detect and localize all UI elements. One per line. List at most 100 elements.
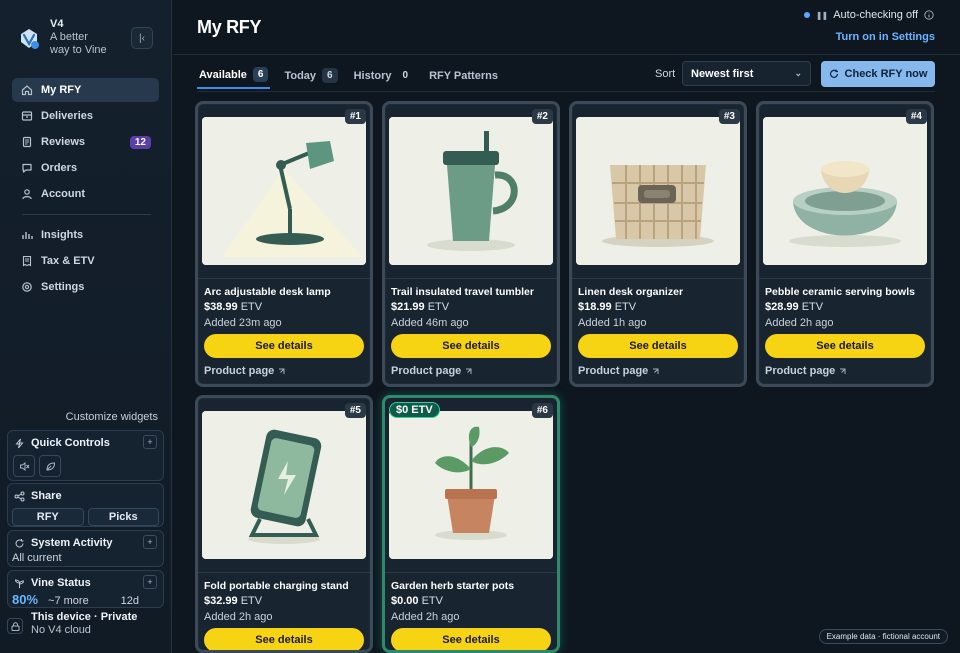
vine-status-add-button[interactable]: + (143, 575, 157, 589)
bar-chart-icon (22, 232, 33, 239)
see-details-button[interactable]: See details (578, 334, 738, 358)
product-card[interactable]: #2 Trail insulated travel tumbler $21.99 E… (382, 101, 560, 387)
external-link-icon (466, 368, 472, 374)
price-value: $32.99 (204, 595, 238, 607)
tab-label: Available (199, 68, 247, 81)
product-image[interactable] (389, 411, 553, 559)
tab-count: 6 (252, 67, 269, 82)
sidebar-item-my-rfy[interactable]: My RFY (12, 78, 159, 102)
tab-today[interactable]: Today 6 (282, 62, 339, 89)
see-details-button[interactable]: See details (391, 628, 551, 650)
see-details-button[interactable]: See details (204, 334, 364, 358)
device-lock-button[interactable] (7, 618, 23, 634)
product-image[interactable] (576, 117, 740, 265)
sort-select[interactable]: Newest first ⌄ (682, 61, 811, 86)
product-name: Linen desk organizer (578, 286, 684, 298)
document-icon (22, 136, 32, 148)
product-image[interactable] (389, 117, 553, 265)
turn-on-settings-link[interactable]: Turn on in Settings (836, 31, 935, 43)
product-card[interactable]: #5 Fold portable charging stand $32.99 ETV… (195, 395, 373, 653)
share-picks-button[interactable]: Picks (87, 508, 159, 526)
product-price: $21.99 ETV (391, 301, 551, 313)
sort-label: Sort (655, 68, 676, 80)
see-details-button[interactable]: See details (204, 628, 364, 650)
added-time: Added 2h ago (204, 611, 273, 623)
leaf-icon (45, 461, 55, 471)
sidebar-item-insights[interactable]: Insights (12, 223, 159, 247)
sidebar-item-tax-etv[interactable]: Tax & ETV (12, 249, 159, 273)
mute-toggle-button[interactable] (13, 455, 35, 477)
vine-status-widget: Vine Status + 80% ~7 more 12d (7, 570, 164, 608)
product-image-plant (389, 411, 553, 559)
product-card[interactable]: #4 Pebble ceramic serving bowls $28.99 ETV… (756, 101, 934, 387)
system-activity-widget: System Activity + All current (7, 530, 164, 567)
product-page-label: Product page (578, 365, 649, 377)
product-name: Trail insulated travel tumbler (391, 286, 534, 298)
sidebar-item-label: Settings (41, 281, 85, 293)
vine-status-remaining: ~7 more (48, 595, 89, 607)
see-details-button[interactable]: See details (391, 334, 551, 358)
plus-icon: + (147, 537, 153, 547)
info-icon[interactable] (924, 10, 934, 20)
product-name: Arc adjustable desk lamp (204, 286, 331, 298)
leaf-toggle-button[interactable] (39, 455, 61, 477)
product-image[interactable] (202, 411, 366, 559)
system-activity-add-button[interactable]: + (143, 535, 157, 549)
product-card[interactable]: $0 ETV #6 Garden herb starter pots $0.00 ET… (382, 395, 560, 653)
auto-check-status[interactable]: ❚❚ Auto-checking off (803, 9, 934, 21)
product-page-link[interactable]: Product page (391, 365, 551, 377)
product-price: $38.99 ETV (204, 301, 364, 313)
product-card[interactable]: #1 Arc adjustable desk lamp $38.99 ETV Adde… (195, 101, 373, 387)
see-details-button[interactable]: See details (765, 334, 925, 358)
card-body: Fold portable charging stand $32.99 ETV Ad… (198, 572, 370, 650)
tab-history[interactable]: History 0 (352, 62, 415, 89)
rfy-tabs: Available 6 Today 6 History 0 RFY Patter… (197, 62, 500, 89)
customize-widgets-link[interactable]: Customize widgets (66, 411, 158, 423)
collapse-sidebar-button[interactable]: |‹ (131, 27, 153, 49)
speaker-mute-icon (19, 461, 29, 471)
reviews-count-badge: 12 (129, 135, 151, 149)
product-card[interactable]: #3 Linen desk organizer $18.99 ETV Added 1h… (569, 101, 747, 387)
price-value: $18.99 (578, 301, 612, 313)
sidebar-item-settings[interactable]: Settings (12, 275, 159, 299)
home-icon (21, 85, 33, 96)
device-info[interactable]: This device · Private No V4 cloud (7, 611, 137, 637)
external-link-icon (653, 368, 659, 374)
tab-available[interactable]: Available 6 (197, 62, 271, 89)
card-body: Arc adjustable desk lamp $38.99 ETV Added … (198, 278, 370, 377)
card-body: Pebble ceramic serving bowls $28.99 ETV Ad… (759, 278, 931, 377)
device-title: This device · Private (31, 611, 138, 623)
sidebar-item-orders[interactable]: Orders (12, 156, 159, 180)
receipt-icon (22, 255, 32, 267)
product-page-link[interactable]: Product page (578, 365, 738, 377)
product-image-bowls (763, 117, 927, 265)
tab-label: Today (284, 69, 317, 82)
quick-controls-add-button[interactable]: + (143, 435, 157, 449)
share-rfy-button[interactable]: RFY (12, 508, 84, 526)
product-page-link[interactable]: Product page (765, 365, 925, 377)
sidebar-item-account[interactable]: Account (12, 182, 159, 206)
check-rfy-button[interactable]: Check RFY now (821, 61, 935, 87)
chevron-down-icon: ⌄ (794, 68, 802, 78)
card-rank-badge: #1 (344, 109, 366, 124)
tab-rfy-patterns[interactable]: RFY Patterns (427, 62, 500, 89)
sidebar-item-label: Account (41, 188, 85, 200)
device-subtitle: No V4 cloud (31, 624, 91, 636)
product-page-link[interactable]: Product page (204, 365, 364, 377)
card-rank-badge: #5 (344, 403, 366, 418)
gear-icon (22, 282, 32, 292)
zero-etv-badge: $0 ETV (389, 402, 440, 418)
product-image[interactable] (763, 117, 927, 265)
added-time: Added 2h ago (391, 611, 460, 623)
product-image[interactable] (202, 117, 366, 265)
sidebar-item-reviews[interactable]: Reviews 12 (12, 130, 159, 154)
etv-label: ETV (427, 301, 450, 313)
added-time: Added 23m ago (204, 317, 282, 329)
sidebar-item-deliveries[interactable]: Deliveries (12, 104, 159, 128)
product-price: $32.99 ETV (204, 595, 364, 607)
etv-label: ETV (240, 595, 263, 607)
product-page-label: Product page (765, 365, 836, 377)
brand[interactable]: V4 A better way to Vine (16, 18, 107, 57)
box-icon (21, 111, 33, 121)
widget-title: Quick Controls (31, 437, 110, 449)
